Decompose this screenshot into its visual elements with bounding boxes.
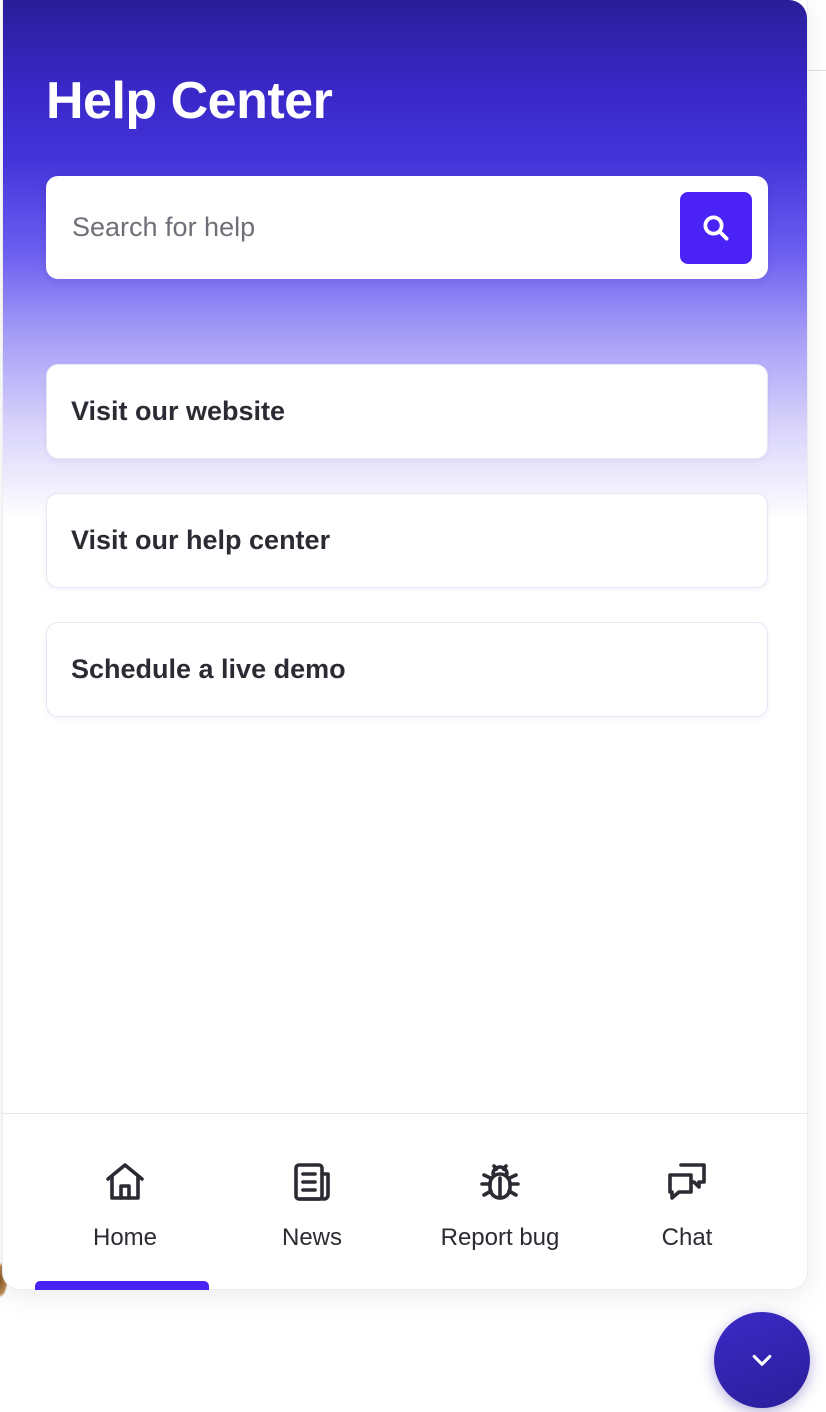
link-visit-help-center[interactable]: Visit our help center bbox=[46, 493, 768, 588]
nav-label-home: Home bbox=[92, 1224, 158, 1251]
active-tab-indicator bbox=[35, 1281, 209, 1290]
link-label: Schedule a live demo bbox=[71, 654, 346, 684]
nav-item-news[interactable]: News bbox=[217, 1114, 407, 1289]
chat-icon bbox=[668, 1163, 706, 1200]
chevron-down-icon bbox=[752, 1354, 772, 1366]
link-visit-website[interactable]: Visit our website bbox=[46, 364, 768, 459]
bug-icon bbox=[480, 1164, 520, 1200]
nav-item-chat[interactable]: Chat bbox=[592, 1114, 782, 1289]
page-title: Help Center bbox=[46, 72, 333, 130]
search-input[interactable] bbox=[72, 200, 662, 254]
nav-label-news: News bbox=[281, 1224, 342, 1251]
page-divider bbox=[808, 70, 826, 71]
search-box bbox=[46, 176, 768, 279]
link-label: Visit our website bbox=[71, 396, 286, 426]
search-button[interactable] bbox=[680, 192, 752, 264]
widget-launcher-button[interactable] bbox=[714, 1312, 810, 1408]
nav-item-home[interactable]: Home bbox=[30, 1114, 220, 1289]
link-schedule-demo[interactable]: Schedule a live demo bbox=[46, 622, 768, 717]
nav-label-chat: Chat bbox=[661, 1224, 713, 1251]
link-label: Visit our help center bbox=[71, 525, 331, 555]
nav-label-report-bug: Report bug bbox=[440, 1224, 560, 1251]
search-icon bbox=[703, 215, 729, 241]
bottom-nav: Home News Report bug Chat bbox=[3, 1113, 807, 1289]
nav-item-report-bug[interactable]: Report bug bbox=[405, 1114, 595, 1289]
news-icon bbox=[294, 1163, 330, 1201]
help-widget-panel: Help Center Visit our website Visit our … bbox=[2, 0, 808, 1290]
home-icon bbox=[106, 1163, 144, 1200]
